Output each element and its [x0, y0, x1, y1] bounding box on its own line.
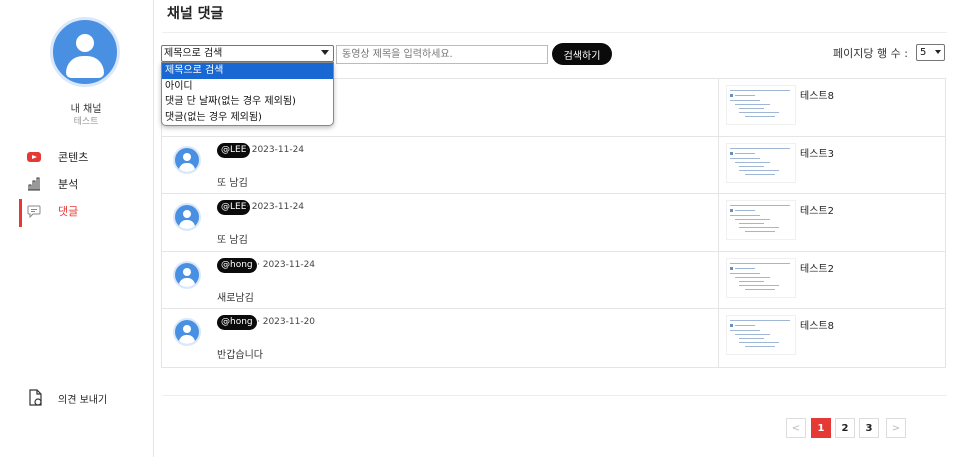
video-cell: 테스트2 — [719, 252, 945, 309]
comment-date: · 2023-11-20 — [257, 317, 316, 328]
video-cell: 테스트3 — [719, 137, 945, 194]
rows-per-page-label: 페이지당 행 수 : — [833, 47, 908, 60]
page-title: 채널 댓글 — [167, 6, 224, 22]
video-cell: 테스트2 — [719, 194, 945, 251]
search-button[interactable]: 검색하기 — [552, 43, 612, 65]
video-title: 테스트2 — [800, 263, 834, 275]
app-root: 내 채널 테스트 콘텐츠 분석 댓글 의견 보내기 채널 댓글 제목으로 검색 … — [0, 0, 957, 457]
chevron-down-icon — [935, 50, 941, 54]
comment-cell: @hong · 2023-11-24 새로남김 — [162, 251, 719, 309]
avatar[interactable] — [173, 260, 201, 289]
comment-date: · 2023-11-24 — [257, 259, 316, 270]
comment-cell: @hong · 2023-11-20 반갑습니다 — [162, 309, 719, 367]
rows-per-page-value: 5 — [920, 47, 927, 58]
video-thumbnail[interactable] — [726, 142, 796, 183]
dropdown-option-comment[interactable]: 댓글(없는 경우 제외됨) — [162, 110, 333, 126]
channel-avatar[interactable] — [50, 17, 120, 87]
comment-icon — [26, 203, 42, 219]
sidebar-item-label: 댓글 — [58, 205, 79, 218]
comment-date: · 2023-11-24 — [246, 144, 305, 155]
video-title: 테스트8 — [800, 91, 834, 102]
channel-name: 내 채널 — [70, 104, 102, 115]
video-cell: 테스트8 — [719, 79, 945, 136]
bar-chart-icon — [26, 176, 42, 192]
table-row[interactable]: @LEE · 2023-11-24 또 남김 테스트2 — [162, 194, 945, 252]
avatar-body-shape — [66, 56, 104, 78]
table-row[interactable]: @hong · 2023-11-24 새로남김 테스트2 — [162, 251, 945, 310]
comment-text: 반갑습니다 — [217, 350, 263, 362]
rows-per-page-select[interactable]: 5 — [916, 44, 945, 61]
video-thumbnail[interactable] — [726, 315, 796, 356]
divider — [162, 395, 947, 396]
user-badge[interactable]: @hong — [217, 257, 257, 273]
sidebar-item-analytics[interactable]: 분석 — [0, 172, 154, 196]
video-title: 테스트3 — [800, 148, 834, 160]
search-type-value: 제목으로 검색 — [164, 48, 223, 59]
feedback-label: 의견 보내기 — [58, 395, 108, 406]
pagination-page-2[interactable]: 2 — [835, 418, 855, 438]
dropdown-option-id[interactable]: 아이디 — [162, 79, 333, 95]
channel-subname: 테스트 — [73, 117, 99, 127]
avatar[interactable] — [173, 318, 201, 347]
sidebar-item-label: 콘텐츠 — [58, 151, 89, 164]
youtube-icon — [26, 149, 42, 165]
pagination-page-3[interactable]: 3 — [859, 418, 879, 438]
comment-text: 또 남김 — [217, 177, 248, 189]
sidebar: 내 채널 테스트 콘텐츠 분석 댓글 의견 보내기 — [0, 0, 154, 457]
avatar[interactable] — [173, 145, 201, 174]
comment-cell: @LEE · 2023-11-24 또 남김 — [162, 136, 719, 194]
comment-text: 새로남김 — [217, 292, 254, 304]
video-thumbnail[interactable] — [726, 257, 796, 298]
sidebar-item-label: 분석 — [58, 178, 79, 191]
search-type-select[interactable]: 제목으로 검색 — [161, 45, 334, 62]
comment-date: · 2023-11-24 — [246, 202, 305, 213]
feedback-button[interactable]: 의견 보내기 — [27, 388, 157, 408]
chevron-down-icon — [321, 50, 329, 55]
avatar[interactable] — [173, 203, 201, 232]
user-badge[interactable]: @hong — [217, 315, 257, 331]
avatar-head-shape — [76, 34, 94, 52]
comment-text: 또 남김 — [217, 235, 248, 247]
pagination-page-1[interactable]: 1 — [811, 418, 831, 438]
dropdown-option-title[interactable]: 제목으로 검색 — [162, 63, 333, 79]
divider — [162, 32, 947, 33]
table-row[interactable]: @LEE · 2023-11-24 또 남김 테스트3 — [162, 136, 945, 195]
video-thumbnail[interactable] — [726, 85, 796, 125]
document-feedback-icon — [27, 389, 43, 410]
video-thumbnail[interactable] — [726, 200, 796, 241]
sidebar-item-comments[interactable]: 댓글 — [0, 199, 154, 227]
table-row[interactable]: @hong · 2023-11-20 반갑습니다 테스트8 — [162, 309, 945, 367]
video-title: 테스트8 — [800, 321, 834, 333]
search-type-dropdown: 제목으로 검색 아이디 댓글 단 날짜(없는 경우 제외됨) 댓글(없는 경우 … — [161, 62, 334, 126]
search-input[interactable] — [336, 45, 548, 64]
video-cell: 테스트8 — [719, 309, 945, 367]
comment-cell: @LEE · 2023-11-24 또 남김 — [162, 194, 719, 251]
video-title: 테스트2 — [800, 206, 834, 218]
dropdown-option-date[interactable]: 댓글 단 날짜(없는 경우 제외됨) — [162, 94, 333, 110]
pagination-next-button[interactable]: > — [886, 418, 906, 438]
sidebar-item-content[interactable]: 콘텐츠 — [0, 145, 154, 169]
pagination-prev-button[interactable]: < — [786, 418, 806, 438]
